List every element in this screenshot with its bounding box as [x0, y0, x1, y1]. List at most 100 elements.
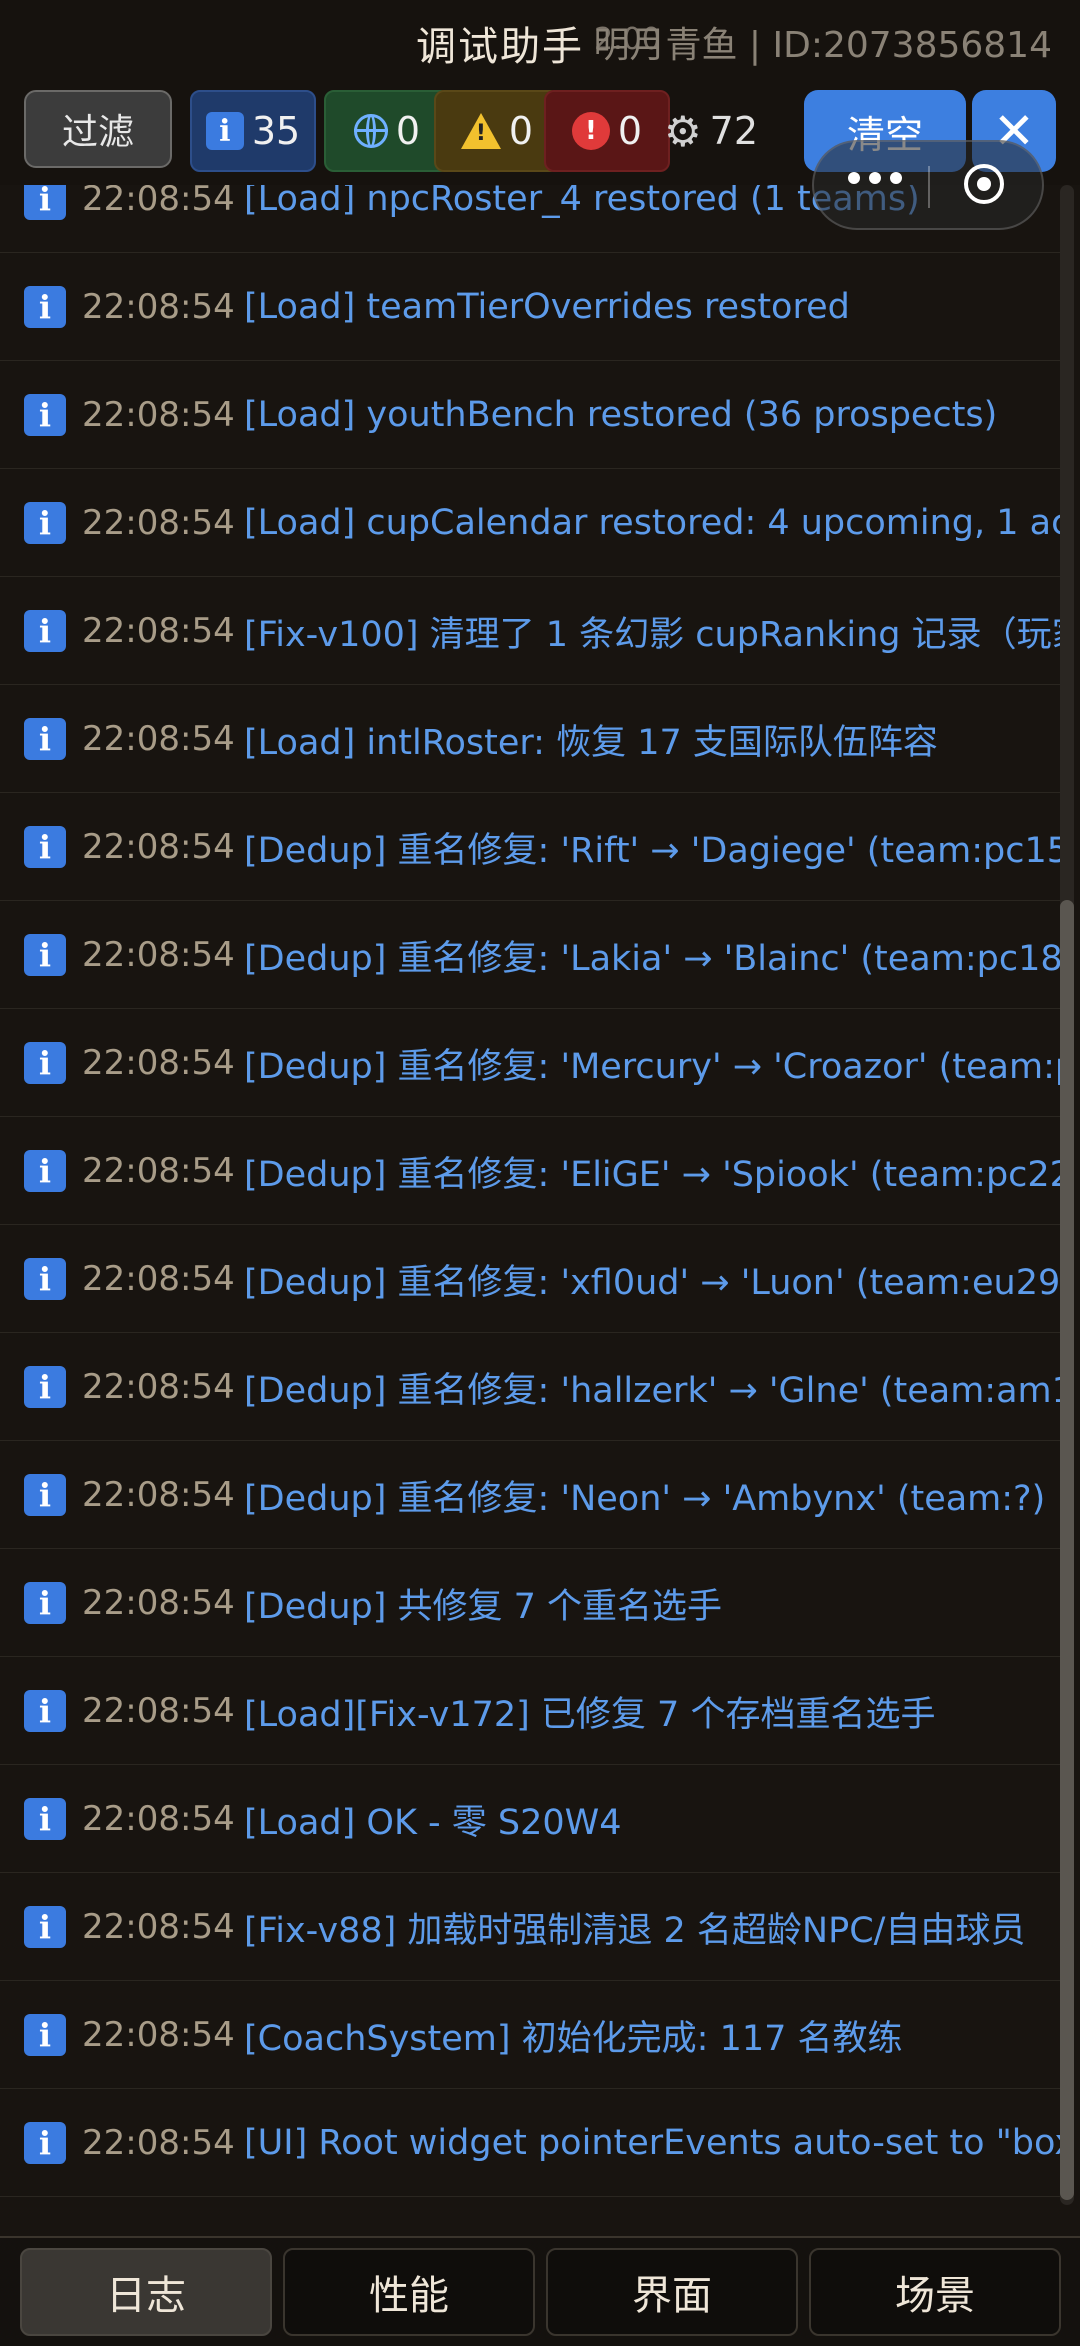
info-icon: i — [24, 1366, 66, 1408]
globe-icon — [353, 114, 388, 148]
log-row[interactable]: i 22:08:54 [Load] cupCalendar restored: 4 … — [0, 470, 1060, 577]
log-row[interactable]: i 22:08:54 [Load] youthBench restored (36 … — [0, 362, 1060, 469]
error-icon: ! — [571, 112, 610, 150]
log-message: [UI] Root widget pointerEvents auto-set … — [244, 2123, 1060, 2163]
warning-icon: ! — [460, 113, 501, 149]
miniprogram-capsule — [812, 140, 1044, 230]
info-icon: i — [24, 718, 66, 760]
log-time: 22:08:54 — [82, 2015, 235, 2055]
capsule-divider — [928, 166, 930, 208]
log-time: 22:08:54 — [82, 1475, 235, 1515]
log-message: [Dedup] 重名修复: 'Lakia' → 'Blainc' (team:p… — [244, 938, 1060, 979]
log-time: 22:08:54 — [82, 719, 235, 759]
log-time: 22:08:54 — [82, 185, 235, 219]
log-row[interactable]: i 22:08:54 [Dedup] 重名修复: 'hallzerk' → 'Gln… — [0, 1334, 1060, 1441]
info-filter-toggle[interactable]: i 35 — [190, 90, 316, 172]
info-icon: i — [24, 1690, 66, 1732]
log-row[interactable]: i 22:08:54 [Load] teamTierOverrides restor… — [0, 254, 1060, 361]
log-message: [Load] youthBench restored (36 prospects… — [244, 395, 998, 435]
log-message: [Dedup] 重名修复: 'xfl0ud' → 'Luon' (team:eu… — [244, 1262, 1060, 1303]
log-row[interactable]: i 22:08:54 [Load] intlRoster: 恢复 17 支国际队伍阵… — [0, 686, 1060, 793]
log-time: 22:08:54 — [82, 827, 235, 867]
log-message: [Load] intlRoster: 恢复 17 支国际队伍阵容 — [244, 722, 938, 763]
info-icon: i — [24, 1042, 66, 1084]
info-icon: i — [24, 502, 66, 544]
tab-performance[interactable]: 性能 — [283, 2248, 535, 2336]
log-time: 22:08:54 — [82, 395, 235, 435]
log-time: 22:08:54 — [82, 503, 235, 543]
log-message: [Load][Fix-v172] 已修复 7 个存档重名选手 — [244, 1694, 936, 1735]
scroll-thumb[interactable] — [1060, 900, 1074, 2200]
gear-icon: ⚙ — [664, 106, 702, 156]
log-message: [Load] teamTierOverrides restored — [244, 287, 850, 327]
log-time: 22:08:54 — [82, 611, 235, 651]
tab-log[interactable]: 日志 — [20, 2248, 272, 2336]
log-time: 22:08:54 — [82, 1367, 235, 1407]
scrollbar[interactable] — [1060, 185, 1074, 2205]
settings-count: 72 — [709, 109, 759, 153]
log-time: 22:08:54 — [82, 1151, 235, 1191]
log-row[interactable]: i 22:08:54 [Fix-v88] 加载时强制清退 2 名超龄NPC/自由球员 — [0, 1874, 1060, 1981]
info-icon: i — [24, 2122, 66, 2164]
warning-count: 0 — [508, 109, 534, 153]
info-icon: i — [24, 1906, 66, 1948]
log-message: [Dedup] 重名修复: 'Neon' → 'Ambynx' (team:?) — [244, 1478, 1046, 1519]
log-time: 22:08:54 — [82, 1583, 235, 1623]
log-message: [Dedup] 重名修复: 'Rift' → 'Dagiege' (team:p… — [244, 830, 1060, 871]
network-count: 0 — [395, 109, 421, 153]
log-row[interactable]: i 22:08:54 [Dedup] 重名修复: 'xfl0ud' → 'Luon'… — [0, 1226, 1060, 1333]
filter-button[interactable]: 过滤 — [24, 90, 172, 168]
info-icon: i — [24, 1798, 66, 1840]
info-icon: i — [24, 286, 66, 328]
error-filter-toggle[interactable]: ! 0 — [544, 90, 670, 172]
log-row[interactable]: i 22:08:54 [Dedup] 重名修复: 'EliGE' → 'Spiook… — [0, 1118, 1060, 1225]
info-count: 35 — [251, 109, 301, 153]
info-icon: i — [24, 2014, 66, 2056]
info-icon: i — [24, 826, 66, 868]
log-message: [CoachSystem] 初始化完成: 117 名教练 — [244, 2018, 903, 2059]
log-message: [Fix-v88] 加载时强制清退 2 名超龄NPC/自由球员 — [244, 1910, 1026, 1951]
log-message: [Dedup] 重名修复: 'EliGE' → 'Spiook' (team:p… — [244, 1154, 1060, 1195]
log-time: 22:08:54 — [82, 1259, 235, 1299]
info-icon: i — [24, 394, 66, 436]
log-message: [Load] OK - 零 S20W4 — [244, 1802, 622, 1843]
log-message: [Dedup] 重名修复: 'hallzerk' → 'Glne' (team:… — [244, 1370, 1060, 1411]
log-row[interactable]: i 22:08:54 [Fix-v100] 清理了 1 条幻影 cupRanking… — [0, 578, 1060, 685]
info-icon: i — [24, 1150, 66, 1192]
log-row[interactable]: i 22:08:54 [Dedup] 共修复 7 个重名选手 — [0, 1550, 1060, 1657]
log-row[interactable]: i 22:08:54 [Load] OK - 零 S20W4 — [0, 1766, 1060, 1873]
log-row[interactable]: i 22:08:54 [Dedup] 重名修复: 'Lakia' → 'Blainc… — [0, 902, 1060, 1009]
log-row[interactable]: i 22:08:54 [Load][Fix-v172] 已修复 7 个存档重名选手 — [0, 1658, 1060, 1765]
exit-target-icon[interactable] — [964, 164, 1004, 204]
log-list[interactable]: i 22:08:54 [Load] npcRoster_4 restored (1 … — [0, 185, 1080, 2235]
log-time: 22:08:54 — [82, 1043, 235, 1083]
log-time: 22:08:54 — [82, 2123, 235, 2163]
log-message: [Dedup] 共修复 7 个重名选手 — [244, 1586, 723, 1627]
log-time: 22:08:54 — [82, 287, 235, 327]
log-row[interactable]: i 22:08:54 [CoachSystem] 初始化完成: 117 名教练 — [0, 1982, 1060, 2089]
log-row[interactable]: i 22:08:54 [Dedup] 重名修复: 'Mercury' → 'Croa… — [0, 1010, 1060, 1117]
log-time: 22:08:54 — [82, 1691, 235, 1731]
log-row[interactable]: i 22:08:54 [Dedup] 重名修复: 'Neon' → 'Ambynx'… — [0, 1442, 1060, 1549]
info-icon: i — [24, 1258, 66, 1300]
log-time: 22:08:54 — [82, 1799, 235, 1839]
log-message: [Dedup] 重名修复: 'Mercury' → 'Croazor' (tea… — [244, 1046, 1060, 1087]
info-icon: i — [24, 185, 66, 220]
info-icon: i — [205, 112, 244, 150]
warning-filter-toggle[interactable]: ! 0 — [434, 90, 560, 172]
panel-title: 调试助手 — [416, 24, 584, 70]
tab-scene[interactable]: 场景 — [809, 2248, 1061, 2336]
log-time: 22:08:54 — [82, 935, 235, 975]
log-row[interactable]: i 22:08:54 [UI] Root widget pointerEvents … — [0, 2090, 1060, 2197]
settings-toggle[interactable]: ⚙ 72 — [664, 90, 794, 172]
log-message: [Load] cupCalendar restored: 4 upcoming,… — [244, 503, 1060, 543]
log-row[interactable]: i 22:08:54 [Dedup] 重名修复: 'Rift' → 'Dagiege… — [0, 794, 1060, 901]
log-message: [Fix-v100] 清理了 1 条幻影 cupRanking 记录（玩家 — [244, 614, 1060, 655]
info-icon: i — [24, 1582, 66, 1624]
user-info: 明月青鱼 | ID:2073856814 — [593, 25, 1052, 66]
error-count: 0 — [617, 109, 643, 153]
tab-ui[interactable]: 界面 — [546, 2248, 798, 2336]
more-icon[interactable] — [848, 172, 902, 184]
info-icon: i — [24, 934, 66, 976]
network-filter-toggle[interactable]: 0 — [324, 90, 450, 172]
